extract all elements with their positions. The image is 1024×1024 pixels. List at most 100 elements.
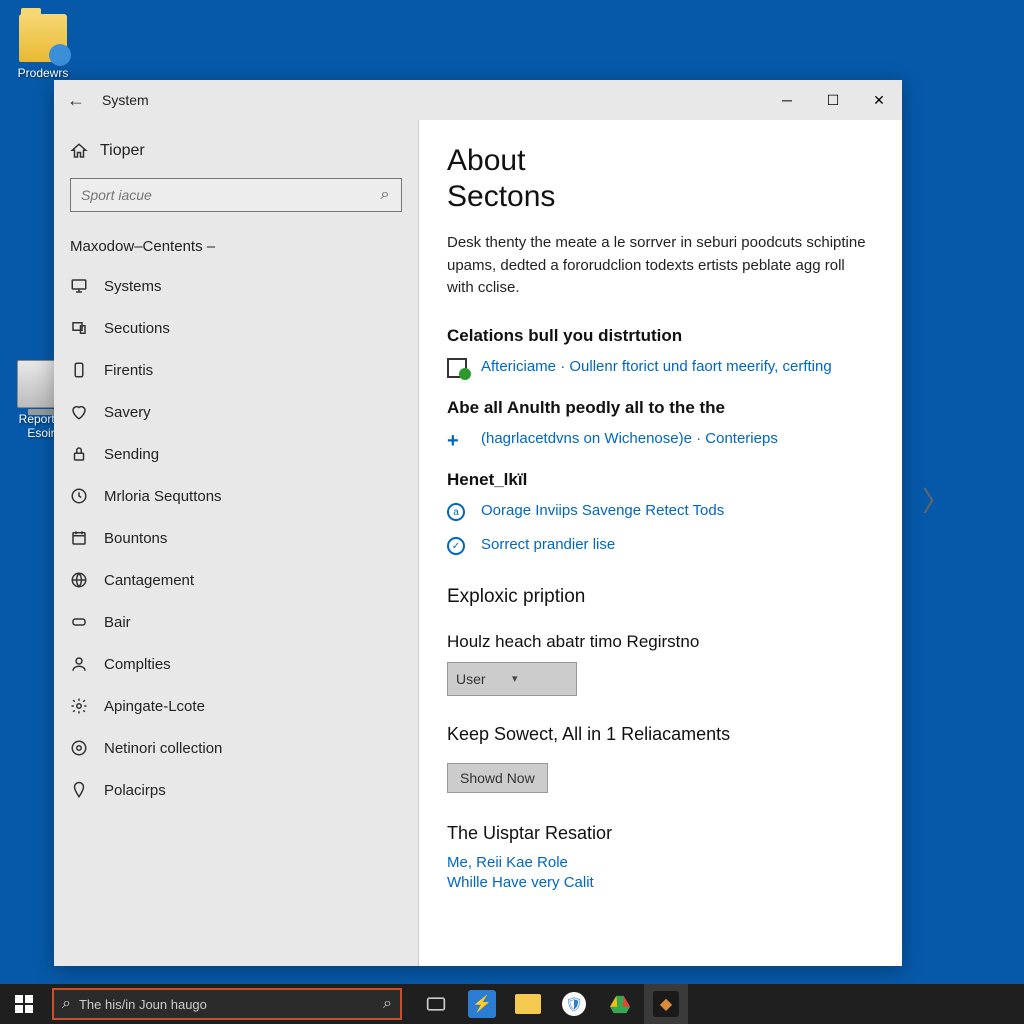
taskbar-search-input[interactable]: [79, 997, 383, 1012]
section-title: Henet_lkïl: [447, 470, 872, 490]
link[interactable]: (hagrlacetdvns on Wichenose)e · Conterie…: [481, 428, 778, 449]
page-subtitle: Sectons: [447, 180, 872, 214]
sidebar-item-systems[interactable]: Systems: [54, 265, 418, 307]
keyboard-icon: [426, 996, 446, 1012]
sidebar-item-label: Complties: [104, 656, 171, 673]
sidebar-item-sending[interactable]: Sending: [54, 433, 418, 475]
sidebar-item-polacirps[interactable]: Polacirps: [54, 769, 418, 811]
sidebar-item-mrloria[interactable]: Mrloria Sequttons: [54, 475, 418, 517]
sidebar-item-label: Cantagement: [104, 572, 194, 589]
section-title: Abe all Anulth peodly all to the the: [447, 398, 872, 418]
sidebar-item-label: Systems: [104, 278, 162, 295]
sidebar-item-label: Bair: [104, 614, 131, 631]
link-row[interactable]: + (hagrlacetdvns on Wichenose)e · Conter…: [447, 428, 872, 452]
link[interactable]: Oorage Inviips Savenge Retect Tods: [481, 500, 724, 521]
sidebar-item-netinori[interactable]: Netinori collection: [54, 727, 418, 769]
desktop-icon-label: Prodewrs: [8, 66, 78, 80]
section-title: Exploxic pription: [447, 586, 872, 608]
sidebar-item-label: Apingate-Lcote: [104, 698, 205, 715]
taskbar-apps: ⚡ 🛡 ◆: [414, 984, 688, 1024]
section-title: Houlz heach abatr timo Regirstno: [447, 632, 872, 652]
settings-window: ← System ─ ☐ ✕ Tioper ⌕ Maxodow–Centents…: [54, 80, 902, 966]
gear-icon: [70, 697, 88, 715]
sidebar-item-label: Sending: [104, 446, 159, 463]
page-title: About: [447, 144, 872, 178]
showd-now-button[interactable]: Showd Now: [447, 763, 548, 793]
back-button[interactable]: ←: [54, 90, 98, 111]
taskbar-app-blue[interactable]: ⚡: [460, 984, 504, 1024]
person-icon: [70, 655, 88, 673]
taskbar-app-keyboard[interactable]: [414, 984, 458, 1024]
link-row[interactable]: a Oorage Inviips Savenge Retect Tods: [447, 500, 872, 524]
sidebar-item-secutions[interactable]: Secutions: [54, 307, 418, 349]
taskbar-app-active[interactable]: ◆: [644, 984, 688, 1024]
sidebar-section-label: Maxodow–Centents –: [54, 224, 418, 265]
taskbar-app-drive[interactable]: [598, 984, 642, 1024]
pin-icon: [70, 781, 88, 799]
sidebar: Tioper ⌕ Maxodow–Centents – Systems Secu…: [54, 120, 418, 966]
related-link[interactable]: Whille Have very Calit: [447, 874, 872, 891]
devices-icon: [70, 319, 88, 337]
sidebar-search[interactable]: ⌕: [70, 178, 402, 212]
globe-icon: [70, 571, 88, 589]
link[interactable]: Sorrect prandier lise: [481, 534, 615, 555]
taskbar-app-security[interactable]: 🛡: [552, 984, 596, 1024]
calendar-icon: [70, 529, 88, 547]
link-row[interactable]: ✓ Sorrect prandier lise: [447, 534, 872, 558]
page-description: Desk thenty the meate a le sorrver in se…: [447, 232, 872, 300]
rectangle-icon: [70, 613, 88, 631]
taskbar-app-explorer[interactable]: [506, 984, 550, 1024]
sidebar-item-label: Savery: [104, 404, 151, 421]
home-icon: [70, 142, 88, 160]
lock-icon: [70, 445, 88, 463]
shield-icon: 🛡: [562, 992, 586, 1016]
sidebar-item-cantagement[interactable]: Cantagement: [54, 559, 418, 601]
content-panel: About Sectons Desk thenty the meate a le…: [418, 120, 902, 966]
link[interactable]: Aftericiame · Oullenr ftorict und faort …: [481, 356, 832, 377]
sidebar-item-complties[interactable]: Complties: [54, 643, 418, 685]
home-link[interactable]: Tioper: [70, 136, 402, 166]
phone-icon: [70, 361, 88, 379]
window-title: System: [98, 92, 764, 108]
gear-overlay-icon: [49, 44, 71, 66]
circle-a-icon: a: [447, 502, 469, 524]
user-dropdown[interactable]: User ▾: [447, 662, 577, 696]
minimize-button[interactable]: ─: [764, 80, 810, 120]
sidebar-item-savery[interactable]: Savery: [54, 391, 418, 433]
sidebar-search-input[interactable]: [71, 187, 369, 203]
titlebar: ← System ─ ☐ ✕: [54, 80, 902, 120]
taskbar-search[interactable]: ⌕ ⌕: [52, 988, 402, 1020]
checkbox-verified-icon: [447, 358, 469, 380]
close-button[interactable]: ✕: [856, 80, 902, 120]
sidebar-item-label: Mrloria Sequttons: [104, 488, 222, 505]
windows-icon: [15, 995, 33, 1013]
monitor-icon: [70, 277, 88, 295]
folder-icon: [515, 994, 541, 1014]
drive-icon: [609, 994, 631, 1014]
related-link[interactable]: Me, Reii Kae Role: [447, 854, 872, 871]
dropdown-value: User: [456, 671, 512, 687]
search-icon: ⌕: [383, 995, 392, 1013]
desktop-icon-folder[interactable]: Prodewrs: [8, 14, 78, 80]
sidebar-item-bair[interactable]: Bair: [54, 601, 418, 643]
section-title: Celations bull you distrtution: [447, 326, 872, 346]
app-icon: ◆: [653, 991, 679, 1017]
start-button[interactable]: [0, 984, 48, 1024]
section-title: The Uisptar Resatior: [447, 823, 872, 844]
section-title: Keep Sowect, All in 1 Reliacaments: [447, 724, 872, 745]
home-label: Tioper: [100, 142, 145, 160]
search-icon: ⌕: [62, 995, 71, 1013]
sidebar-item-label: Bountons: [104, 530, 167, 547]
maximize-button[interactable]: ☐: [810, 80, 856, 120]
search-icon: ⌕: [369, 186, 401, 204]
next-arrow[interactable]: 〉: [922, 480, 950, 520]
sidebar-item-bountons[interactable]: Bountons: [54, 517, 418, 559]
sidebar-item-label: Netinori collection: [104, 740, 222, 757]
taskbar: ⌕ ⌕ ⚡ 🛡 ◆: [0, 984, 1024, 1024]
sidebar-item-label: Polacirps: [104, 782, 166, 799]
network-icon: [70, 739, 88, 757]
sidebar-item-apingate[interactable]: Apingate-Lcote: [54, 685, 418, 727]
sidebar-item-firentis[interactable]: Firentis: [54, 349, 418, 391]
sidebar-item-label: Firentis: [104, 362, 153, 379]
link-row[interactable]: Aftericiame · Oullenr ftorict und faort …: [447, 356, 872, 380]
